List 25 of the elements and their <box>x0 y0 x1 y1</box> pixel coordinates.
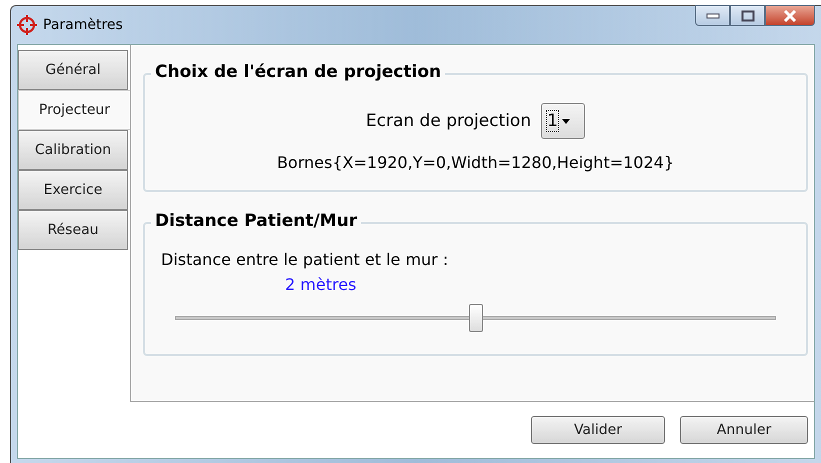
minimize-button[interactable] <box>695 5 730 26</box>
distance-slider[interactable] <box>175 304 776 332</box>
screen-dropdown[interactable]: 1 <box>541 103 586 139</box>
bounds-text: Bornes{X=1920,Y=0,Width=1280,Height=1024} <box>276 153 676 172</box>
tab[interactable]: Général <box>18 50 128 90</box>
group-title: Choix de l'écran de projection <box>151 62 446 82</box>
group-title: Distance Patient/Mur <box>151 211 362 231</box>
minimize-icon <box>706 12 720 18</box>
distance-label: Distance entre le patient et le mur : <box>161 250 450 269</box>
tab[interactable]: Exercice <box>18 170 128 210</box>
window-title: Paramètres <box>43 17 123 33</box>
tab[interactable]: Réseau <box>18 210 128 250</box>
target-icon <box>17 15 37 35</box>
field-label: Ecran de projection <box>366 111 532 131</box>
distance-reading: 2 mètres <box>285 275 358 294</box>
maximize-icon <box>740 10 754 22</box>
slider-thumb[interactable] <box>468 304 482 332</box>
validate-button[interactable]: Valider <box>531 416 665 444</box>
tab[interactable]: Calibration <box>18 130 128 170</box>
caret-icon <box>562 118 570 124</box>
close-icon <box>783 10 797 22</box>
close-button[interactable] <box>765 5 815 26</box>
maximize-button[interactable] <box>730 5 765 26</box>
tab[interactable]: Projecteur <box>18 90 130 130</box>
cancel-button[interactable]: Annuler <box>680 416 808 444</box>
